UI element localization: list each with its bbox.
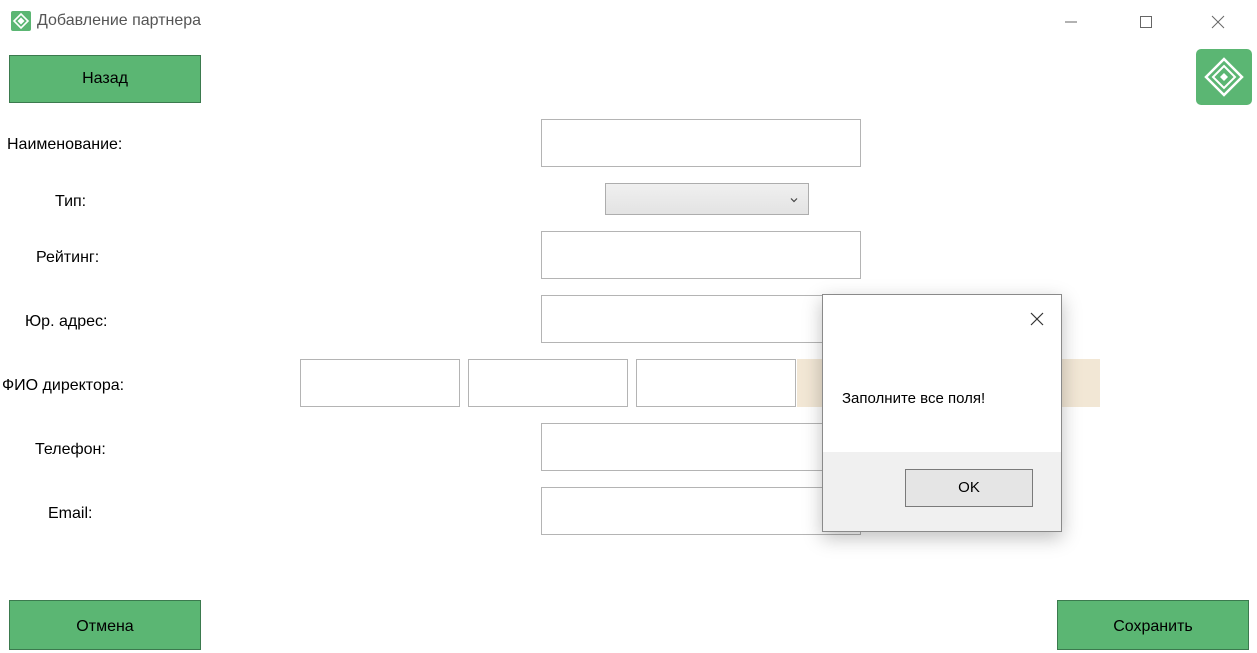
company-logo-icon: [1196, 49, 1252, 105]
phone-label: Телефон:: [35, 441, 106, 458]
maximize-icon[interactable]: [1129, 8, 1163, 36]
address-label: Юр. адрес:: [25, 313, 108, 330]
minimize-icon[interactable]: [1054, 8, 1088, 36]
dialog-message: Заполните все поля!: [842, 390, 986, 407]
phone-input[interactable]: [541, 423, 861, 471]
rating-input[interactable]: [541, 231, 861, 279]
name-input[interactable]: [541, 119, 861, 167]
dialog-footer: OK: [823, 452, 1061, 531]
close-icon[interactable]: [1201, 8, 1235, 36]
ok-button[interactable]: OK: [905, 469, 1033, 507]
save-button[interactable]: Сохранить: [1057, 600, 1249, 650]
app-logo-icon: [11, 11, 31, 31]
director-patronymic-input[interactable]: [636, 359, 796, 407]
email-label: Email:: [48, 505, 93, 522]
title-bar: Добавление партнера: [0, 0, 1257, 46]
rating-label: Рейтинг:: [36, 249, 100, 266]
director-firstname-input[interactable]: [468, 359, 628, 407]
window-title: Добавление партнера: [37, 12, 202, 29]
director-lastname-input[interactable]: [300, 359, 460, 407]
cancel-button[interactable]: Отмена: [9, 600, 201, 650]
email-input[interactable]: [541, 487, 861, 535]
type-label: Тип:: [55, 193, 87, 210]
message-dialog: Заполните все поля! OK: [822, 294, 1062, 532]
dialog-close-icon[interactable]: [1029, 311, 1045, 327]
name-label: Наименование:: [7, 136, 123, 153]
back-button[interactable]: Назад: [9, 55, 201, 103]
director-label: ФИО директора:: [2, 377, 125, 394]
chevron-down-icon: [788, 193, 800, 205]
address-input[interactable]: [541, 295, 861, 343]
type-select[interactable]: [605, 183, 809, 215]
